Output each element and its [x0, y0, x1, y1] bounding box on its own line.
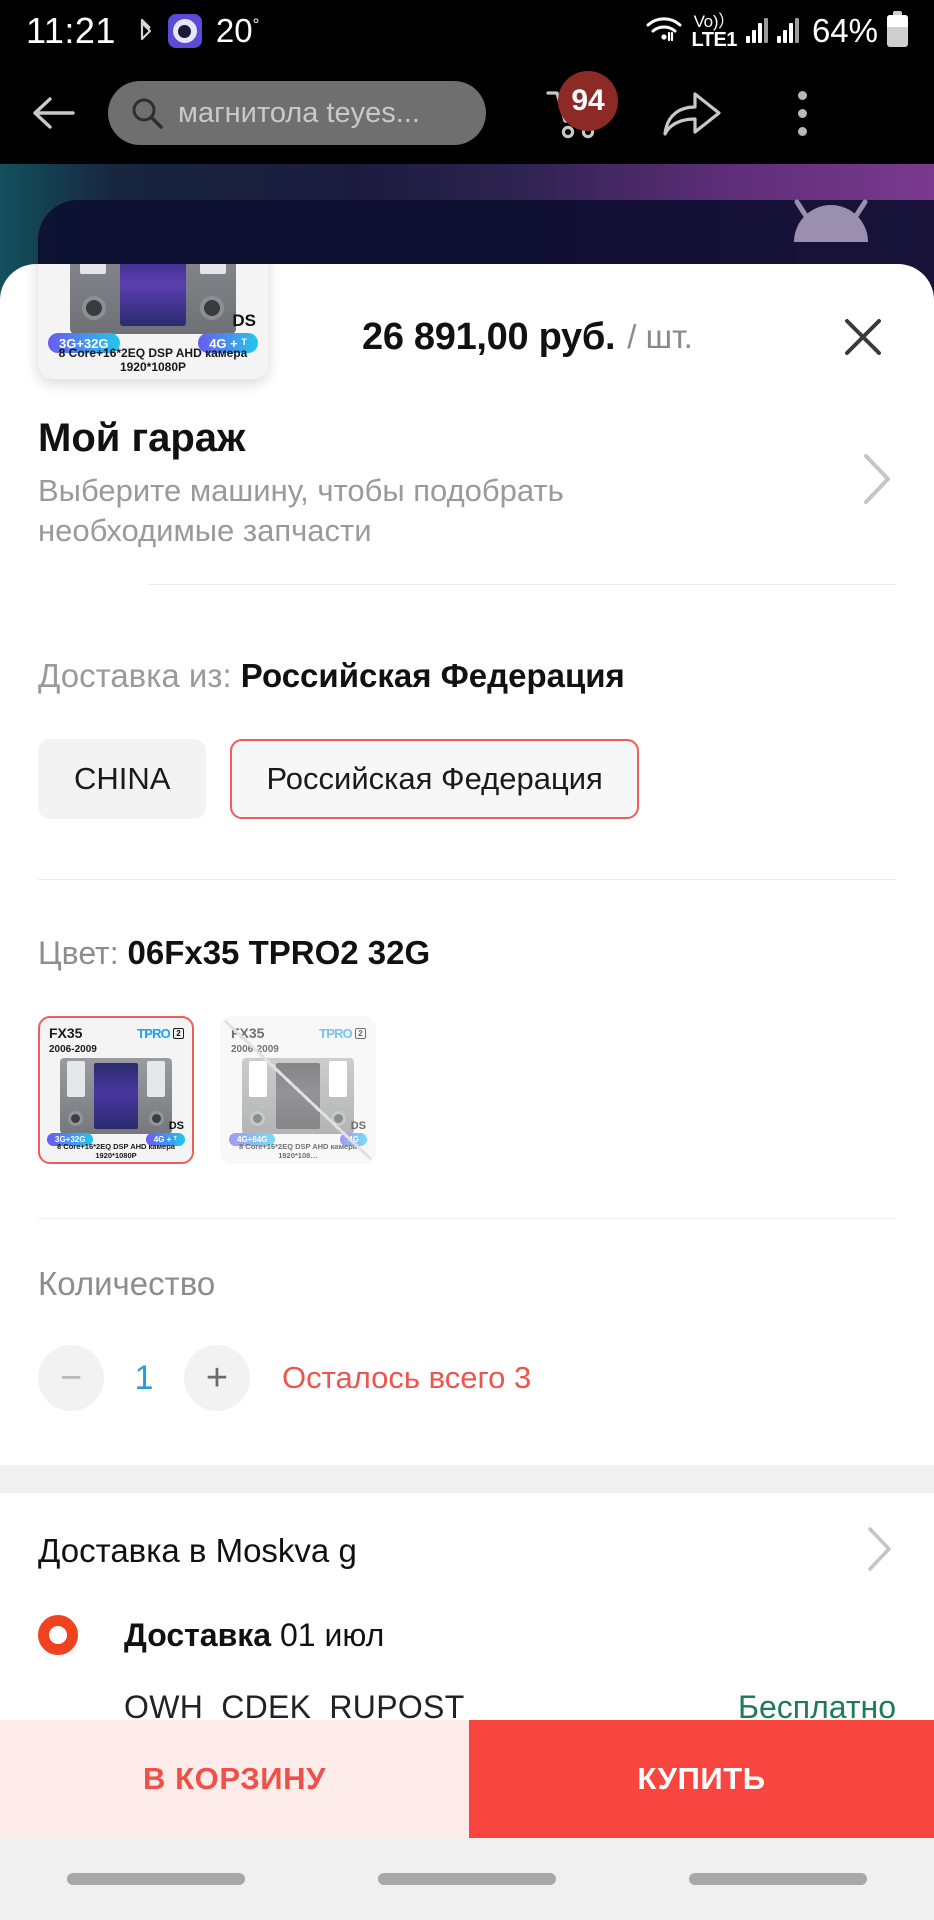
price-value: 26 891,00 руб.	[362, 315, 616, 358]
camera-icon	[167, 14, 202, 48]
sheet-body: Мой гараж Выберите машину, чтобы подобра…	[0, 410, 934, 1412]
quantity-value[interactable]: 1	[104, 1359, 184, 1398]
signal-icon-1	[745, 18, 768, 43]
buy-now-button[interactable]: КУПИТЬ	[469, 1720, 934, 1838]
swatch-years: 2006-2009	[49, 1044, 97, 1056]
status-right-icons: Vo)） LTE1 64%	[645, 11, 908, 51]
divider	[38, 1218, 896, 1220]
nav-home-button[interactable]	[377, 1873, 556, 1885]
thumbnail-head-unit-image	[70, 264, 236, 334]
ship-from-value: Российская Федерация	[240, 657, 625, 695]
volte-indicator: Vo)） LTE1	[691, 11, 738, 51]
delivery-city-label: Доставка в Moskva g	[38, 1532, 357, 1570]
my-garage-subtitle: Выберите машину, чтобы подобрать необход…	[38, 473, 564, 548]
swatch-spec-line: 8 Core+16*2EQ DSP AHD камера 1920*1080P	[57, 1142, 175, 1161]
quantity-increase-button[interactable]: +	[184, 1345, 250, 1412]
app-top-bar: магнитола teyes... 94	[0, 62, 934, 164]
status-temperature: 20°	[215, 12, 260, 49]
delivery-option-date: 01 июл	[279, 1616, 385, 1653]
swatch-model: FX35	[231, 1025, 265, 1042]
share-icon[interactable]	[656, 77, 728, 149]
color-swatch-1[interactable]: FX35 2006-2009 TPRO 2 DS 4G+64G 4G 8 Cor…	[220, 1016, 376, 1165]
ship-from-label: Доставка из: Российская Федерация	[38, 657, 896, 695]
delivery-city-row[interactable]: Доставка в Moskva g	[0, 1493, 934, 1609]
swatch-brand: TPRO	[319, 1026, 353, 1042]
divider	[38, 879, 896, 881]
ship-option-china[interactable]: CHINA	[38, 739, 207, 820]
swatch-spec-line: 8 Core+16*2EQ DSP AHD камера 1920*108…	[239, 1142, 357, 1161]
quantity-stepper: − 1 + Осталось всего 3	[38, 1345, 896, 1412]
swatch-brand: TPRO	[137, 1026, 171, 1042]
quantity-decrease-button[interactable]: −	[38, 1345, 104, 1412]
product-thumbnail-card[interactable]: FX35 2006-2009 TPRO 2 DS 3G+32G 4G + ᵀ	[38, 264, 268, 379]
swatch-badge-network: 4G	[340, 1133, 367, 1147]
price-unit: / шт.	[627, 318, 693, 355]
overflow-menu-icon[interactable]	[766, 77, 838, 149]
thumbnail-ds-label: DS	[232, 311, 256, 330]
swatch-badge-memory: 4G+64G	[229, 1133, 276, 1147]
color-label: Цвет: 06Fx35 TPRO2 32G	[38, 934, 896, 972]
chevron-right-icon	[862, 1524, 896, 1579]
color-label-prefix: Цвет:	[38, 935, 119, 972]
battery-icon	[887, 11, 908, 47]
delivery-option-text: Доставка 01 июл	[124, 1617, 384, 1654]
stock-note: Осталось всего 3	[282, 1360, 532, 1396]
section-separator-band	[0, 1465, 934, 1494]
wifi-icon	[645, 14, 683, 49]
phone-screen: 11:21 20° Vo)） LTE1 64% магнитола teyes.…	[0, 0, 934, 1920]
color-swatches: FX35 2006-2009 TPRO 2 DS 3G+32G 4G + ᵀ 8…	[38, 1016, 896, 1165]
status-bar: 11:21 20° Vo)） LTE1 64%	[0, 0, 934, 62]
nav-back-button[interactable]	[689, 1873, 868, 1885]
price-header: 26 891,00 руб. / шт. FX35 2006-2009 TPRO…	[0, 264, 934, 410]
bluetooth-icon	[136, 16, 156, 46]
tpro-logo-icon: TPRO 2	[319, 1026, 366, 1041]
search-input[interactable]: магнитола teyes...	[108, 81, 486, 145]
swatch-brand-version: 2	[173, 1028, 184, 1040]
thumbnail-spec-line: 8 Core+16*2EQ DSP AHD камера 1920*1080P	[58, 346, 248, 374]
my-garage-title: Мой гараж	[38, 416, 246, 460]
nav-recents-button[interactable]	[66, 1873, 245, 1885]
delivery-option-title: Доставка	[124, 1616, 272, 1653]
color-selected-value: 06Fx35 TPRO2 32G	[127, 934, 431, 972]
swatch-years: 2006-2009	[231, 1044, 279, 1056]
cart-icon	[538, 91, 610, 153]
action-bar: В КОРЗИНУ КУПИТЬ	[0, 1720, 934, 1838]
ship-from-options: CHINA Российская Федерация	[38, 739, 896, 820]
add-to-cart-button[interactable]: В КОРЗИНУ	[0, 1720, 469, 1838]
cart-button[interactable]: 94	[538, 71, 618, 149]
search-icon	[130, 96, 164, 130]
ship-from-prefix: Доставка из:	[38, 657, 232, 695]
status-left-icons	[136, 14, 202, 48]
system-navigation-bar	[0, 1838, 934, 1920]
swatch-ds-label: DS	[350, 1120, 366, 1133]
ship-option-russia[interactable]: Российская Федерация	[230, 739, 639, 820]
close-icon[interactable]	[832, 306, 894, 368]
color-swatch-0[interactable]: FX35 2006-2009 TPRO 2 DS 3G+32G 4G + ᵀ 8…	[38, 1016, 194, 1165]
swatch-badges: 4G+64G 4G	[222, 1133, 374, 1147]
cart-badge: 94	[558, 71, 618, 131]
swatch-model: FX35	[49, 1025, 83, 1042]
divider	[148, 584, 896, 586]
delivery-option-row[interactable]: Доставка 01 июл	[0, 1615, 934, 1656]
status-time: 11:21	[26, 10, 116, 51]
swatch-brand-version: 2	[355, 1028, 366, 1040]
my-garage-row[interactable]: Мой гараж Выберите машину, чтобы подобра…	[38, 410, 896, 550]
swatch-head-unit-image	[242, 1058, 354, 1135]
swatch-ds-label: DS	[168, 1120, 184, 1133]
back-arrow-icon[interactable]	[24, 84, 82, 142]
product-options-sheet: 26 891,00 руб. / шт. FX35 2006-2009 TPRO…	[0, 264, 934, 1920]
chevron-right-icon	[856, 450, 896, 513]
quantity-label: Количество	[38, 1265, 216, 1303]
tpro-logo-icon: TPRO 2	[137, 1026, 184, 1041]
search-placeholder: магнитола teyes...	[178, 96, 420, 129]
signal-icon-2	[776, 18, 799, 43]
swatch-head-unit-image	[60, 1058, 172, 1135]
radio-selected-icon[interactable]	[38, 1615, 78, 1656]
battery-percent: 64%	[811, 12, 878, 49]
